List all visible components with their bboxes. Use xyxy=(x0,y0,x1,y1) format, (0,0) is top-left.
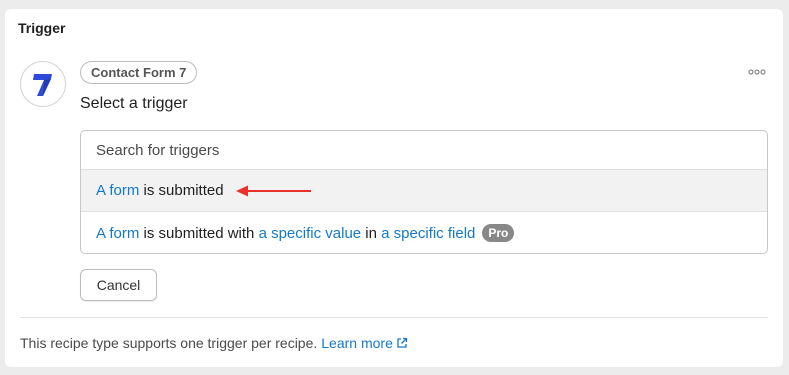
arrow-left-icon xyxy=(235,185,312,197)
form-token-link[interactable]: A form xyxy=(96,225,139,242)
ellipsis-icon[interactable] xyxy=(745,65,769,79)
learn-more-label: Learn more xyxy=(321,335,393,351)
specific-value-token-link[interactable]: a specific value xyxy=(259,225,362,242)
external-link-icon xyxy=(396,337,408,349)
trigger-option-form-submitted[interactable]: A form is submitted xyxy=(81,170,767,212)
cancel-button[interactable]: Cancel xyxy=(80,269,157,301)
contact-form-7-icon xyxy=(20,61,66,107)
trigger-card: Trigger Contact Form 7 Select a trigger … xyxy=(5,9,783,367)
select-trigger-label: Select a trigger xyxy=(80,95,188,112)
card-title: Trigger xyxy=(18,20,66,36)
pro-badge: Pro xyxy=(482,224,515,242)
footer-note: This recipe type supports one trigger pe… xyxy=(20,335,408,351)
option-text: in xyxy=(361,224,382,242)
divider xyxy=(20,317,768,318)
trigger-selector: A form is submitted A form is submitted … xyxy=(80,130,768,254)
trigger-search-input[interactable] xyxy=(81,131,767,170)
option-text: is submitted xyxy=(139,182,224,199)
footer-text: This recipe type supports one trigger pe… xyxy=(20,335,318,351)
option-text: is submitted with xyxy=(139,224,259,242)
trigger-option-form-submitted-specific-value[interactable]: A form is submitted with a specific valu… xyxy=(81,212,767,253)
learn-more-link[interactable]: Learn more xyxy=(321,335,408,351)
form-token-link[interactable]: A form xyxy=(96,182,139,199)
specific-field-token-link[interactable]: a specific field xyxy=(381,225,475,242)
integration-name-badge: Contact Form 7 xyxy=(80,61,198,84)
